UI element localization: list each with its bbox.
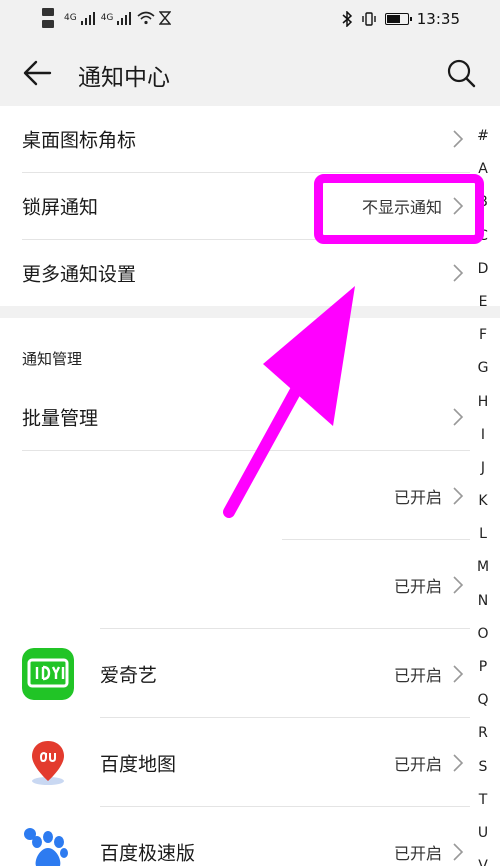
status-indicators: 13:35 bbox=[341, 10, 460, 28]
wifi-icon bbox=[137, 11, 155, 25]
app-row[interactable]: 已开启 bbox=[0, 451, 500, 540]
alphabet-index-letter[interactable]: K bbox=[472, 493, 494, 526]
batch-manage-label: 批量管理 bbox=[22, 407, 99, 430]
chevron-right-icon bbox=[453, 130, 464, 148]
app-row[interactable]: 已开启 bbox=[0, 540, 500, 629]
alphabet-index-letter[interactable]: Q bbox=[472, 692, 494, 725]
chevron-right-icon bbox=[453, 664, 464, 683]
app-row-baidu-lite[interactable]: 百度极速版 已开启 bbox=[0, 807, 500, 866]
alphabet-index-letter[interactable]: S bbox=[472, 759, 494, 792]
bluetooth-icon bbox=[342, 11, 352, 27]
chevron-right-icon bbox=[453, 575, 464, 594]
map-pin-app-icon bbox=[32, 741, 64, 785]
alphabet-index-letter[interactable]: H bbox=[472, 394, 494, 427]
batch-manage-row[interactable]: 批量管理 bbox=[0, 384, 500, 450]
alphabet-index-letter[interactable]: M bbox=[472, 559, 494, 592]
alphabet-index-letter[interactable]: J bbox=[472, 460, 494, 493]
app-row-iqiyi[interactable]: 爱奇艺 已开启 bbox=[0, 629, 500, 718]
network-label: 4G bbox=[64, 13, 77, 23]
app-name: 爱奇艺 bbox=[100, 664, 158, 686]
notification-management-section: 通知管理 批量管理 已开启 已开启 爱奇艺 已开启 百度地图 已开启 百度极速版… bbox=[0, 318, 500, 866]
chevron-right-icon bbox=[453, 264, 464, 282]
chevron-right-icon bbox=[453, 842, 464, 861]
alphabet-index-letter[interactable]: P bbox=[472, 659, 494, 692]
alphabet-index-letter[interactable]: I bbox=[472, 427, 494, 460]
iqiyi-app-icon bbox=[22, 648, 74, 700]
app-name: 百度极速版 bbox=[100, 842, 196, 864]
alphabet-index-letter[interactable]: D bbox=[472, 261, 494, 294]
hourglass-icon bbox=[159, 11, 172, 25]
app-status: 已开启 bbox=[393, 487, 442, 507]
chevron-right-icon bbox=[453, 486, 464, 505]
chevron-right-icon bbox=[453, 753, 464, 772]
alphabet-index-letter[interactable]: U bbox=[472, 825, 494, 858]
status-time: 13:35 bbox=[416, 10, 460, 28]
settings-row-more[interactable]: 更多通知设置 bbox=[0, 240, 500, 306]
app-status: 已开启 bbox=[393, 843, 442, 863]
battery-level bbox=[386, 15, 401, 23]
signal-icon-2 bbox=[117, 12, 132, 25]
chevron-right-icon bbox=[453, 408, 464, 426]
highlight-box bbox=[314, 174, 484, 244]
alphabet-index-letter[interactable]: R bbox=[472, 725, 494, 758]
status-bar: 4G 4G 13:35 bbox=[0, 0, 500, 40]
app-row-baidu-map[interactable]: 百度地图 已开启 bbox=[0, 718, 500, 807]
section-title: 通知管理 bbox=[22, 350, 83, 368]
alphabet-index-letter[interactable]: G bbox=[472, 360, 494, 393]
alphabet-index-letter[interactable]: L bbox=[472, 526, 494, 559]
settings-row-label: 桌面图标角标 bbox=[22, 129, 137, 152]
network-label-2: 4G bbox=[100, 13, 114, 23]
battery-icon bbox=[384, 13, 412, 25]
alphabet-index-letter[interactable]: V bbox=[472, 858, 494, 866]
alphabet-index-letter[interactable]: O bbox=[472, 626, 494, 659]
app-name: 百度地图 bbox=[100, 753, 177, 775]
app-status: 已开启 bbox=[393, 665, 442, 685]
hd-icon bbox=[42, 8, 54, 28]
settings-row-label: 更多通知设置 bbox=[22, 263, 137, 286]
app-status: 已开启 bbox=[393, 576, 442, 596]
arrow-left-icon[interactable] bbox=[22, 58, 54, 88]
vibrate-icon bbox=[362, 12, 376, 26]
paw-app-icon bbox=[22, 826, 74, 866]
app-header: 通知中心 bbox=[0, 40, 500, 106]
page-title: 通知中心 bbox=[78, 65, 170, 91]
search-icon[interactable] bbox=[446, 58, 476, 88]
alphabet-index-letter[interactable]: F bbox=[472, 327, 494, 360]
settings-row-label: 锁屏通知 bbox=[22, 196, 99, 219]
status-signals: 4G 4G bbox=[42, 6, 172, 30]
alphabet-index-letter[interactable]: E bbox=[472, 294, 494, 327]
app-status: 已开启 bbox=[393, 754, 442, 774]
settings-row-badge[interactable]: 桌面图标角标 bbox=[0, 106, 500, 172]
alphabet-index-letter[interactable]: T bbox=[472, 792, 494, 825]
signal-icon bbox=[80, 12, 95, 25]
alphabet-index-letter[interactable]: # bbox=[472, 128, 494, 161]
alphabet-index-letter[interactable]: N bbox=[472, 593, 494, 626]
